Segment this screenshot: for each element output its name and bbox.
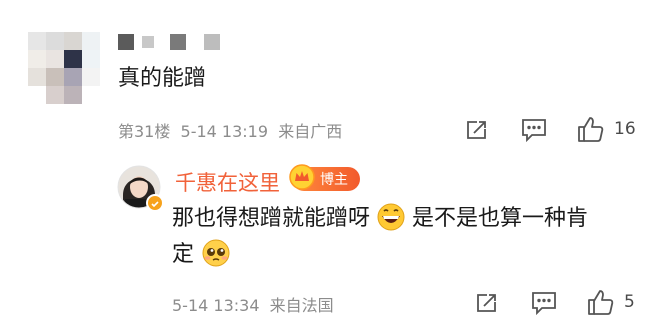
reply-text-3: 定 [172,242,195,267]
comment-icon[interactable] [530,290,558,316]
reply-text-1: 那也得想蹭就能蹭呀 [172,206,371,231]
pleading-face-emoji-icon [201,239,231,267]
like-count: 5 [624,292,635,312]
share-icon[interactable] [464,117,490,143]
reply-text-2: 是不是也算一种肯 [412,206,589,231]
comment-body: 真的能蹭 [118,66,207,91]
thumbs-up-icon[interactable] [576,114,606,144]
like-count: 16 [614,119,636,139]
comment-meta: 第31楼 5-14 13:19 来自广西 [118,122,343,141]
blurred-username[interactable] [118,34,228,50]
blurred-avatar[interactable] [28,32,108,104]
reply-body-line2: 定 [172,238,231,272]
grinning-face-emoji-icon [377,203,405,231]
thumbs-up-icon[interactable] [586,287,616,317]
crown-icon [288,163,316,191]
blogger-badge: 博主 [289,164,360,191]
verified-badge-icon [146,194,164,212]
reply-meta: 5-14 13:34 来自法国 [172,296,334,315]
author-avatar[interactable] [117,165,164,212]
author-name[interactable]: 千惠在这里 [175,167,280,197]
badge-label: 博主 [320,172,348,188]
reply-body: 那也得想蹭就能蹭呀 是不是也算一种肯 [172,202,588,236]
comment-icon[interactable] [520,117,548,143]
share-icon[interactable] [474,290,500,316]
